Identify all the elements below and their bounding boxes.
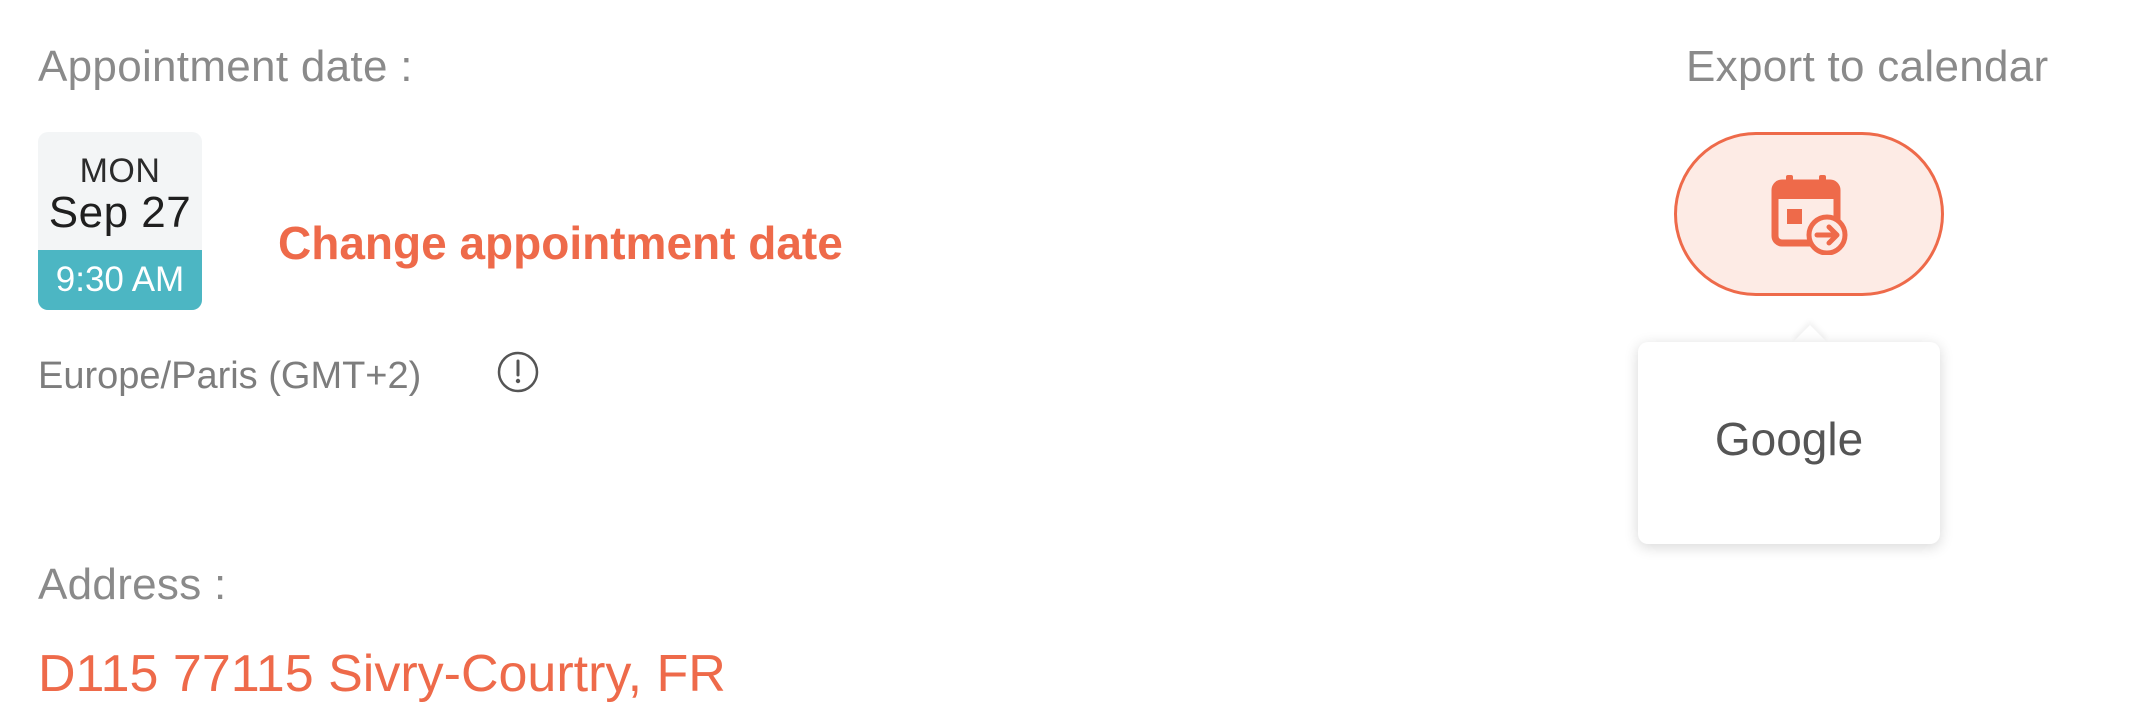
export-menu: Google <box>1638 342 1940 544</box>
date-weekday: MON <box>79 152 161 190</box>
change-appointment-date-link[interactable]: Change appointment date <box>278 216 843 270</box>
address-link[interactable]: D115 77115 Sivry-Courtry, FR <box>38 644 726 704</box>
timezone-text: Europe/Paris (GMT+2) <box>38 355 422 397</box>
export-calendar-label: Export to calendar <box>1686 42 2049 91</box>
address-label: Address : <box>38 560 227 609</box>
appointment-date-label: Appointment date : <box>38 42 413 91</box>
export-calendar-button[interactable] <box>1674 132 1944 296</box>
export-google-option[interactable]: Google <box>1638 412 1940 466</box>
appointment-details: Appointment date : MON Sep 27 9:30 AM Ch… <box>0 0 2136 720</box>
calendar-export-icon <box>1771 175 1848 255</box>
date-time-badge: 9:30 AM <box>38 250 202 310</box>
date-month-day: Sep 27 <box>48 188 192 237</box>
date-tile: MON Sep 27 9:30 AM <box>38 132 202 310</box>
info-icon[interactable] <box>496 350 540 394</box>
